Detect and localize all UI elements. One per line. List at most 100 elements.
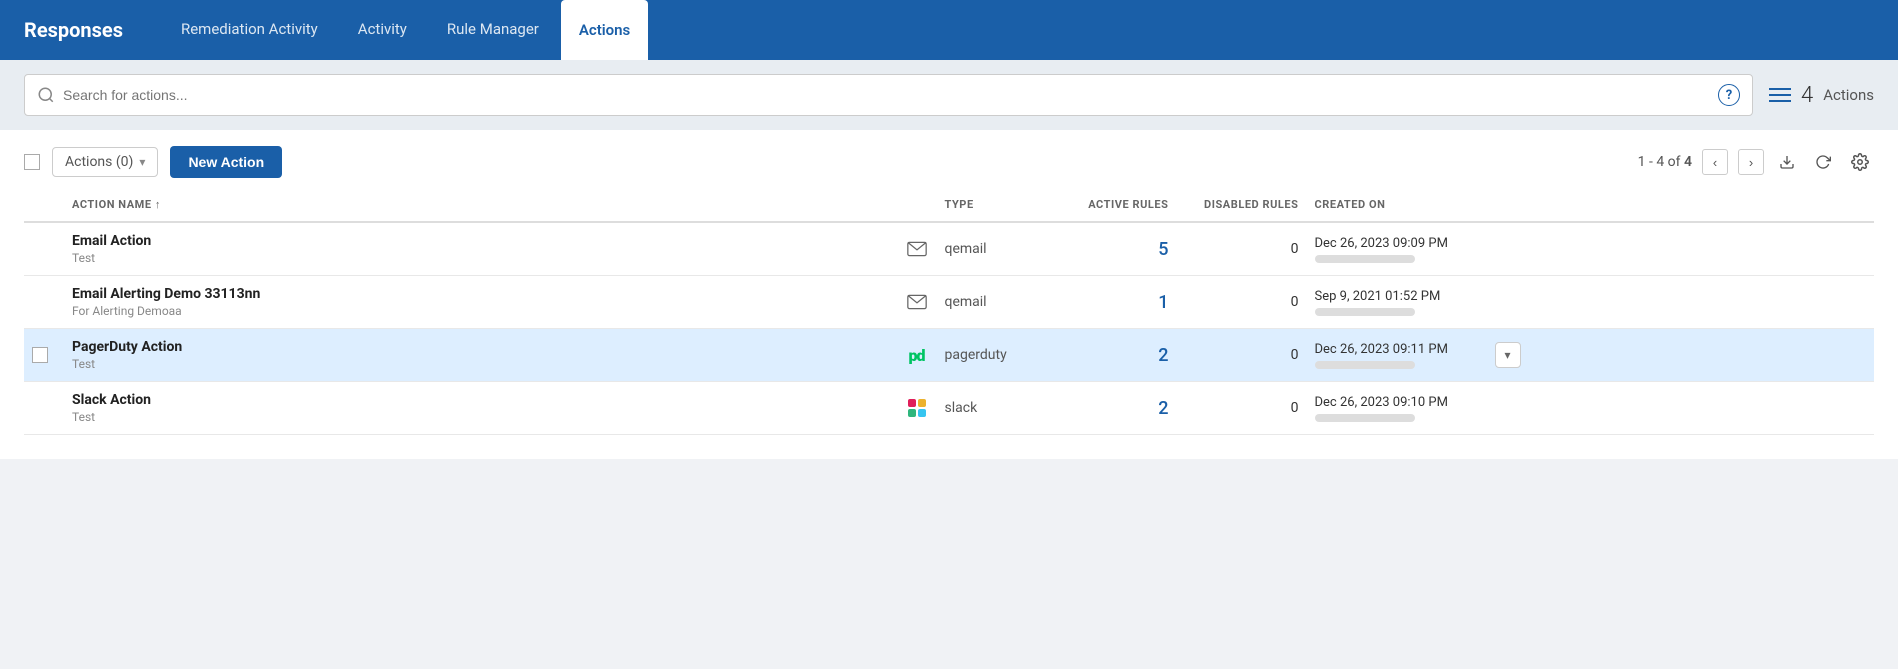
- created-on-cell: Sep 9, 2021 01:52 PM: [1307, 276, 1487, 329]
- download-button[interactable]: [1774, 149, 1800, 175]
- disabled-rules-cell: 0: [1177, 329, 1307, 382]
- row-name-cell: Email Action Test: [64, 222, 897, 276]
- disabled-rules-count: 0: [1185, 400, 1299, 416]
- table-row: PagerDuty Action Testpd pagerduty 20 Dec 26,…: [24, 329, 1874, 382]
- prev-page-button[interactable]: ‹: [1702, 149, 1728, 175]
- actions-table: ACTION NAME ↑ TYPE ACTIVE RULES DISABLED…: [24, 190, 1874, 435]
- created-date: Dec 26, 2023 09:11 PM: [1315, 342, 1448, 357]
- type-icon-cell: pd: [897, 329, 937, 382]
- disabled-rules-count: 0: [1185, 347, 1299, 363]
- main-content: Actions (0) ▾ New Action 1 - 4 of 4 ‹ ›: [0, 130, 1898, 459]
- row-name-cell: PagerDuty Action Test: [64, 329, 897, 382]
- settings-button[interactable]: [1846, 148, 1874, 176]
- created-user-bar: [1315, 361, 1415, 369]
- type-text-cell: qemail: [937, 276, 1057, 329]
- email-icon: [907, 294, 927, 310]
- pagination-total: 4: [1684, 154, 1692, 170]
- new-action-button[interactable]: New Action: [170, 146, 282, 178]
- action-description: Test: [72, 357, 889, 371]
- nav-item-remediation[interactable]: Remediation Activity: [163, 0, 336, 60]
- menu-lines-icon[interactable]: [1769, 88, 1791, 102]
- email-icon: [907, 241, 927, 257]
- type-text-cell: slack: [937, 382, 1057, 435]
- type-text-cell: pagerduty: [937, 329, 1057, 382]
- actions-label: Actions: [1823, 86, 1874, 104]
- type-label: qemail: [945, 241, 987, 257]
- row-name-cell: Slack Action Test: [64, 382, 897, 435]
- search-icon: [37, 86, 55, 104]
- actions-dropdown[interactable]: Actions (0) ▾: [52, 147, 158, 177]
- refresh-button[interactable]: [1810, 149, 1836, 175]
- type-icon-cell: [897, 382, 937, 435]
- type-text-cell: qemail: [937, 222, 1057, 276]
- type-label: qemail: [945, 294, 987, 310]
- created-on-cell: Dec 26, 2023 09:09 PM: [1307, 222, 1487, 276]
- help-icon[interactable]: ?: [1718, 84, 1740, 106]
- search-bar-area: ? 4 Actions: [0, 60, 1898, 130]
- pagination-info: 1 - 4 of 4: [1638, 154, 1692, 170]
- action-name[interactable]: Email Alerting Demo 33113nn: [72, 286, 889, 302]
- created-on-cell: Dec 26, 2023 09:10 PM: [1307, 382, 1487, 435]
- disabled-rules-count: 0: [1185, 241, 1299, 257]
- table-row: Slack Action Test slack 20 Dec 26, 2023 09:1…: [24, 382, 1874, 435]
- active-rules-cell: 1: [1057, 276, 1177, 329]
- th-created-on: CREATED ON: [1307, 190, 1487, 222]
- select-all-checkbox[interactable]: [24, 154, 40, 170]
- table-row: Email Action Test qemail 50 Dec 26, 2023 09:…: [24, 222, 1874, 276]
- active-rules-cell: 2: [1057, 329, 1177, 382]
- disabled-rules-count: 0: [1185, 294, 1299, 310]
- active-rules-cell: 2: [1057, 382, 1177, 435]
- brand-logo: Responses: [24, 18, 123, 42]
- created-user-bar: [1315, 414, 1415, 422]
- action-name[interactable]: Email Action: [72, 233, 889, 249]
- toolbar-right: 1 - 4 of 4 ‹ ›: [1638, 148, 1874, 176]
- disabled-rules-cell: 0: [1177, 222, 1307, 276]
- pagination-range: 1 - 4 of: [1638, 154, 1681, 170]
- active-rules-cell: 5: [1057, 222, 1177, 276]
- actions-count: 4: [1801, 83, 1813, 108]
- created-on-cell: Dec 26, 2023 09:11 PM: [1307, 329, 1487, 382]
- active-rules-count: 5: [1065, 239, 1169, 260]
- toolbar-row: Actions (0) ▾ New Action 1 - 4 of 4 ‹ ›: [24, 130, 1874, 190]
- toolbar-left: Actions (0) ▾ New Action: [24, 146, 282, 178]
- right-controls: 4 Actions: [1769, 83, 1874, 108]
- action-name[interactable]: Slack Action: [72, 392, 889, 408]
- th-type: TYPE: [937, 190, 1057, 222]
- row-name-cell: Email Alerting Demo 33113nn For Alerting …: [64, 276, 897, 329]
- row-checkbox[interactable]: [32, 347, 48, 363]
- next-page-button[interactable]: ›: [1738, 149, 1764, 175]
- th-checkbox: [24, 190, 64, 222]
- created-user-bar: [1315, 308, 1415, 316]
- slack-icon: [908, 399, 926, 417]
- nav-items: Remediation Activity Activity Rule Manag…: [163, 0, 648, 60]
- type-label: pagerduty: [945, 347, 1007, 363]
- active-rules-count: 2: [1065, 345, 1169, 366]
- active-rules-count: 1: [1065, 292, 1169, 313]
- search-input[interactable]: [55, 87, 1718, 103]
- top-nav: Responses Remediation Activity Activity …: [0, 0, 1898, 60]
- action-description: Test: [72, 251, 889, 265]
- search-wrapper: ?: [24, 74, 1753, 116]
- type-icon-cell: [897, 222, 937, 276]
- type-label: slack: [945, 400, 978, 416]
- row-expand-button[interactable]: ▾: [1495, 342, 1521, 368]
- action-name[interactable]: PagerDuty Action: [72, 339, 889, 355]
- nav-item-activity[interactable]: Activity: [340, 0, 425, 60]
- created-date: Sep 9, 2021 01:52 PM: [1315, 289, 1441, 304]
- active-rules-count: 2: [1065, 398, 1169, 419]
- th-disabled-rules: DISABLED RULES: [1177, 190, 1307, 222]
- created-date: Dec 26, 2023 09:10 PM: [1315, 395, 1448, 410]
- action-description: For Alerting Demoaa: [72, 304, 889, 318]
- disabled-rules-cell: 0: [1177, 276, 1307, 329]
- th-action-name[interactable]: ACTION NAME ↑: [64, 190, 897, 222]
- actions-dropdown-label: Actions (0): [65, 154, 133, 170]
- th-actions: [1487, 190, 1875, 222]
- action-description: Test: [72, 410, 889, 424]
- th-type-icon: [897, 190, 937, 222]
- nav-item-actions[interactable]: Actions: [561, 0, 648, 60]
- table-header-row: ACTION NAME ↑ TYPE ACTIVE RULES DISABLED…: [24, 190, 1874, 222]
- type-icon-cell: [897, 276, 937, 329]
- created-date: Dec 26, 2023 09:09 PM: [1315, 236, 1448, 251]
- nav-item-rule-manager[interactable]: Rule Manager: [429, 0, 557, 60]
- th-active-rules: ACTIVE RULES: [1057, 190, 1177, 222]
